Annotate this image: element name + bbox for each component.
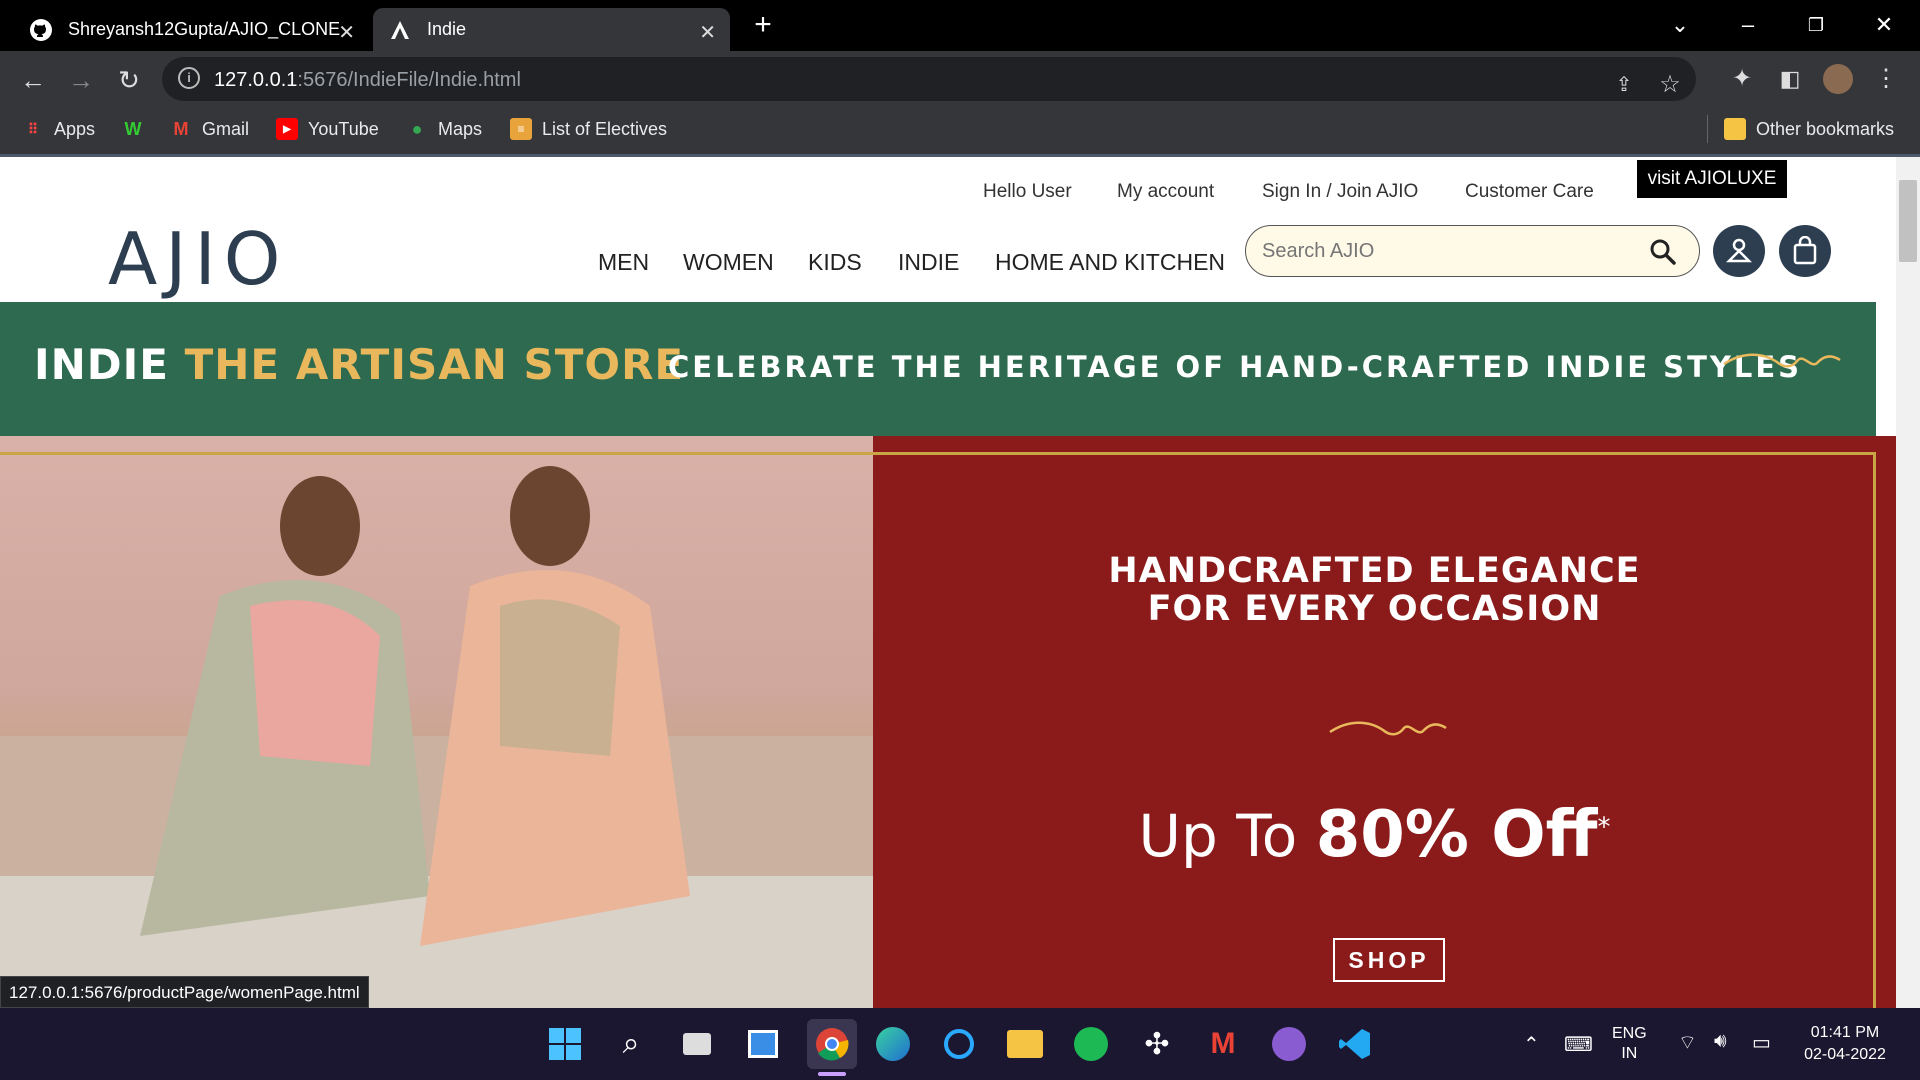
maps-pin-icon: ● [411, 118, 423, 139]
user-icon [1725, 238, 1753, 263]
visit-ajioluxe-button[interactable]: visit AJIOLUXE [1637, 160, 1787, 198]
nav-indie[interactable]: INDIE [898, 249, 959, 276]
search-input[interactable] [1262, 236, 1622, 266]
back-button[interactable]: ← [16, 63, 50, 97]
extensions-icon[interactable]: ✦ [1724, 61, 1760, 97]
address-bar[interactable]: i 127.0.0.1:5676/IndieFile/Indie.html ⇪ … [162, 57, 1696, 101]
windows-taskbar: ⌕ ✣ M ⌃ ⌨ ENG IN ⌔ 🔊︎ ▭ 01:41 PM 02-04-202… [0, 1008, 1920, 1080]
page-scrollbar[interactable] [1896, 157, 1920, 1008]
edge-icon[interactable] [873, 1024, 913, 1064]
language-indicator[interactable]: ENG IN [1612, 1024, 1647, 1064]
tab-github[interactable]: Shreyansh12Gupta/AJIO_CLONE ✕ [14, 8, 369, 51]
nav-men[interactable]: MEN [598, 249, 649, 276]
slack-icon[interactable]: ✣ [1137, 1024, 1177, 1064]
browser-toolbar: ← → ↻ i 127.0.0.1:5676/IndieFile/Indie.h… [0, 51, 1920, 107]
file-explorer-icon[interactable] [1005, 1024, 1045, 1064]
nav-home-and-kitchen[interactable]: HOME AND KITCHEN [995, 249, 1225, 276]
browser-tab-bar: Shreyansh12Gupta/AJIO_CLONE ✕ Indie ✕ + … [0, 0, 1920, 51]
close-window-button[interactable]: ✕ [1864, 8, 1904, 42]
banner-tagline: CELEBRATE THE HERITAGE OF HAND-CRAFTED I… [668, 350, 1803, 384]
apps-grid-icon: ⠿ [27, 120, 39, 137]
url-text: 127.0.0.1:5676/IndieFile/Indie.html [214, 69, 521, 91]
close-tab-icon[interactable]: ✕ [338, 20, 355, 45]
show-hidden-icons[interactable]: ⌃ [1523, 1032, 1540, 1057]
github-desktop-icon[interactable] [1269, 1024, 1309, 1064]
nav-kids[interactable]: KIDS [808, 249, 862, 276]
active-app-indicator [818, 1072, 846, 1076]
sign-in-link[interactable]: Sign In / Join AJIO [1262, 181, 1418, 203]
vscode-icon[interactable] [1335, 1024, 1375, 1064]
search-icon[interactable] [1647, 236, 1679, 268]
reload-button[interactable]: ↻ [112, 63, 146, 97]
ornament-squiggle-icon [1329, 721, 1447, 736]
hero-section: HANDCRAFTED ELEGANCE FOR EVERY OCCASION U… [0, 436, 1896, 1008]
bag-icon [1793, 236, 1817, 265]
menu-kebab-icon[interactable]: ⋮ [1868, 61, 1904, 97]
customer-care-link[interactable]: Customer Care [1465, 181, 1594, 203]
clock[interactable]: 01:41 PM 02-04-2022 [1790, 1022, 1900, 1066]
status-url-tooltip: 127.0.0.1:5676/productPage/womenPage.htm… [0, 976, 369, 1008]
shop-button[interactable]: SHOP [1333, 938, 1445, 982]
start-windows-icon[interactable] [545, 1024, 585, 1064]
w-icon: W [124, 118, 142, 139]
ajio-a-icon [387, 17, 413, 43]
tab-title: Indie [427, 19, 467, 39]
bookmark-maps[interactable]: ● Maps [406, 115, 482, 143]
hello-user-link[interactable]: Hello User [983, 181, 1072, 203]
bookmark-list-of-electives[interactable]: ≡ List of Electives [510, 115, 667, 143]
wifi-icon[interactable]: ⌔ [1678, 1030, 1697, 1055]
tab-search-icon[interactable]: ⌄ [1660, 8, 1700, 42]
tab-indie[interactable]: Indie ✕ [373, 8, 730, 51]
search-box [1245, 225, 1700, 277]
discount-offer: Up To 80% Off* [1138, 798, 1611, 872]
gmail-icon: M [173, 118, 189, 139]
profile-avatar[interactable] [1820, 61, 1856, 97]
shopping-bag-button[interactable] [1779, 225, 1831, 277]
indie-banner[interactable]: INDIE THE ARTISAN STORE CELEBRATE THE HE… [0, 302, 1876, 436]
battery-icon[interactable]: ▭ [1752, 1030, 1771, 1055]
gmail-icon[interactable]: M [1203, 1024, 1243, 1064]
bookmark-w[interactable]: W [122, 115, 154, 143]
folder-icon [1724, 118, 1746, 140]
ajio-logo[interactable]: AJIO [108, 217, 288, 301]
my-account-link[interactable]: My account [1117, 181, 1214, 203]
minimize-button[interactable]: – [1728, 8, 1768, 42]
tab-title: Shreyansh12Gupta/AJIO_CLONE [68, 19, 341, 39]
page-viewport: Hello User My account Sign In / Join AJI… [0, 157, 1896, 1008]
youtube-icon: ▶ [276, 118, 298, 140]
bookmarks-divider [1707, 115, 1708, 143]
share-icon[interactable]: ⇪ [1606, 67, 1642, 103]
models-saree-image[interactable] [0, 436, 873, 1008]
search-icon[interactable]: ⌕ [611, 1024, 651, 1064]
cortana-icon[interactable] [939, 1024, 979, 1064]
forward-button[interactable]: → [64, 63, 98, 97]
keyboard-icon[interactable]: ⌨ [1564, 1032, 1593, 1057]
close-tab-icon[interactable]: ✕ [699, 20, 716, 45]
document-icon: ≡ [510, 118, 532, 140]
spotify-icon[interactable] [1071, 1024, 1111, 1064]
restore-button[interactable]: ❐ [1796, 8, 1836, 42]
side-panel-icon[interactable]: ◧ [1772, 61, 1808, 97]
ornament-squiggle-icon [1723, 353, 1841, 368]
bookmarks-bar: ⠿ Apps W M Gmail ▶ YouTube ● Maps ≡ List… [0, 107, 1920, 151]
offer-panel[interactable]: HANDCRAFTED ELEGANCE FOR EVERY OCCASION U… [873, 436, 1896, 1008]
bookmark-youtube[interactable]: ▶ YouTube [276, 115, 379, 143]
hero-headline: HANDCRAFTED ELEGANCE FOR EVERY OCCASION [1108, 551, 1641, 629]
task-view-icon[interactable] [677, 1024, 717, 1064]
user-account-button[interactable] [1713, 225, 1765, 277]
site-info-icon[interactable]: i [178, 67, 200, 89]
new-tab-button[interactable]: + [747, 10, 779, 42]
chrome-taskbar-icon[interactable] [807, 1019, 857, 1069]
bookmark-apps[interactable]: ⠿ Apps [22, 115, 95, 143]
github-icon [28, 17, 54, 43]
scrollbar-thumb[interactable] [1899, 180, 1917, 262]
bookmark-gmail[interactable]: M Gmail [170, 115, 250, 143]
bookmark-other[interactable]: Other bookmarks [1724, 115, 1894, 143]
volume-icon[interactable]: 🔊︎ [1714, 1030, 1727, 1053]
bookmark-star-icon[interactable]: ☆ [1652, 67, 1688, 103]
banner-title: INDIE THE ARTISAN STORE [34, 340, 685, 389]
widgets-icon[interactable] [743, 1024, 783, 1064]
nav-women[interactable]: WOMEN [683, 249, 774, 276]
saree-models-illustration [0, 466, 873, 1008]
